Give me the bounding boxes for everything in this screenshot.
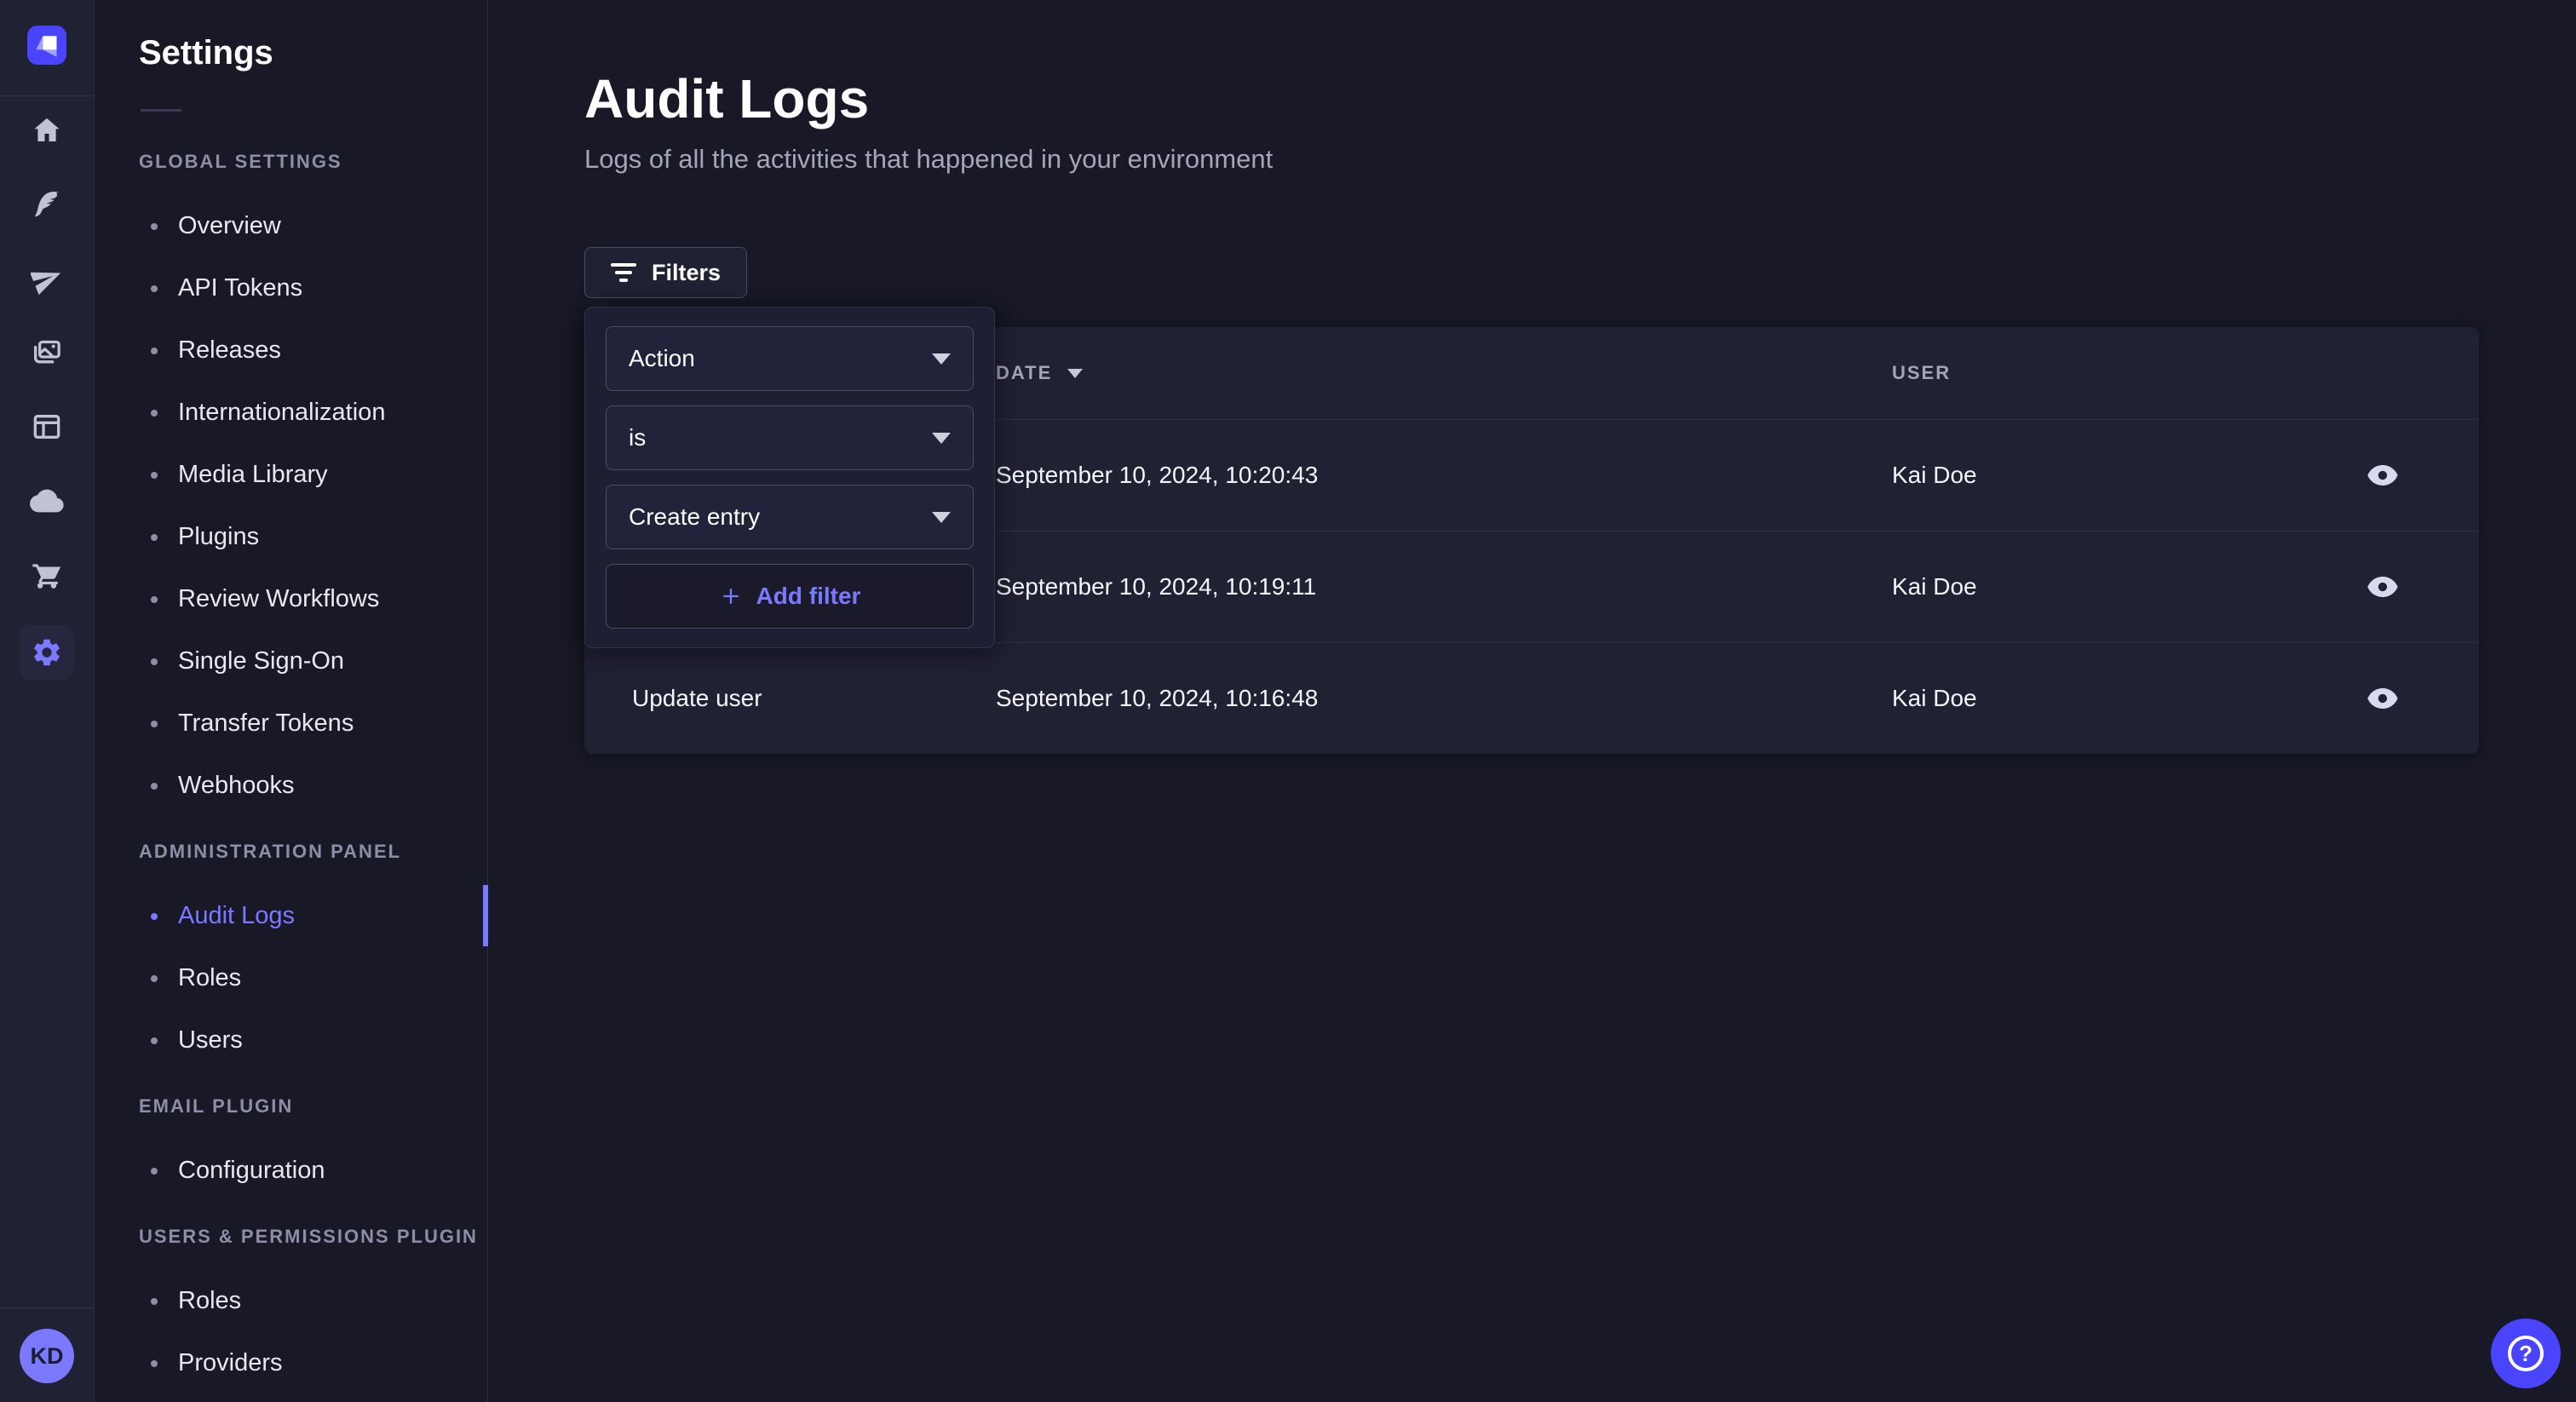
rail-icon-list [20,106,74,680]
sort-desc-icon [1067,369,1083,378]
filter-icon [611,263,636,282]
filter-value-select[interactable]: Create entry [606,485,974,549]
filters-popover: Action is Create entry Add filter [584,307,995,648]
divider [141,109,181,112]
bullet-icon [151,534,158,541]
paper-plane-icon[interactable] [23,255,71,302]
bullet-icon [151,596,158,603]
administration-panel-list: Audit Logs Roles Users [95,885,487,1072]
subnav-item-providers[interactable]: Providers [95,1332,487,1394]
subnav-item-media-library[interactable]: Media Library [95,444,487,506]
bullet-icon [151,1360,158,1367]
bullet-icon [151,348,158,354]
home-icon[interactable] [23,106,71,154]
settings-icon[interactable] [20,625,74,680]
table-row[interactable]: Update user September 10, 2024, 10:16:48… [584,642,2479,754]
view-details-button[interactable] [2359,675,2406,722]
eye-icon [2366,570,2400,604]
strapi-logo-icon [27,26,66,65]
subnav-item-overview[interactable]: Overview [95,195,487,257]
strapi-logo[interactable] [27,26,66,65]
active-item-indicator [483,885,488,946]
bullet-icon [151,913,158,920]
media-library-icon[interactable] [23,329,71,376]
chevron-down-icon [932,353,951,365]
avatar[interactable]: KD [20,1329,74,1383]
app-layout-icon[interactable] [23,403,71,451]
eye-icon [2366,681,2400,715]
users-permissions-list: Roles Providers [95,1270,487,1394]
view-details-button[interactable] [2359,563,2406,611]
subnav-item-review-workflows[interactable]: Review Workflows [95,568,487,630]
main-nav-rail: KD [0,0,95,1402]
section-label-email-plugin: Email Plugin [139,1094,487,1119]
filters-button[interactable]: Filters [584,247,747,298]
bullet-icon [151,721,158,727]
question-mark-icon: ? [2508,1336,2544,1371]
chevron-down-icon [932,512,951,523]
bullet-icon [151,658,158,665]
section-label-administration-panel: Administration Panel [139,839,487,865]
subnav-item-audit-logs[interactable]: Audit Logs [95,885,487,947]
bullet-icon [151,1037,158,1044]
view-details-button[interactable] [2359,451,2406,499]
subnav-item-roles-up[interactable]: Roles [95,1270,487,1332]
date-cell: September 10, 2024, 10:20:43 [996,462,1318,489]
bullet-icon [151,783,158,790]
eye-icon [2366,458,2400,492]
date-cell: September 10, 2024, 10:19:11 [996,573,1316,600]
subnav-item-webhooks[interactable]: Webhooks [95,755,487,817]
bullet-icon [151,410,158,417]
global-settings-list: Overview API Tokens Releases Internation… [95,195,487,817]
bullet-icon [151,975,158,982]
help-button[interactable]: ? [2491,1319,2561,1388]
marketplace-cart-icon[interactable] [23,551,71,599]
bullet-icon [151,472,158,479]
bullet-icon [151,1168,158,1175]
add-filter-button[interactable]: Add filter [606,564,974,629]
section-label-users-permissions-plugin: Users & Permissions plugin [139,1224,487,1250]
subnav-item-plugins[interactable]: Plugins [95,506,487,568]
plus-icon [719,584,743,608]
subnav-item-configuration[interactable]: Configuration [95,1140,487,1202]
filter-field-select[interactable]: Action [606,326,974,391]
divider [0,95,95,96]
action-cell: Update user [632,685,762,712]
section-label-global-settings: Global Settings [139,149,487,175]
bullet-icon [151,1298,158,1305]
page-title: Audit Logs [584,66,2576,131]
quill-icon[interactable] [23,181,71,228]
rail-footer: KD [0,1307,94,1402]
subnav-item-internationalization[interactable]: Internationalization [95,382,487,444]
user-cell: Kai Doe [1892,685,1977,712]
cloud-icon[interactable] [23,477,71,525]
column-header-date[interactable]: Date [996,362,1083,384]
subnav-title: Settings [139,31,487,75]
chevron-down-icon [932,433,951,444]
subnav-item-api-tokens[interactable]: API Tokens [95,257,487,319]
date-cell: September 10, 2024, 10:16:48 [996,685,1318,712]
user-cell: Kai Doe [1892,462,1977,489]
subnav-item-roles-admin[interactable]: Roles [95,947,487,1009]
email-plugin-list: Configuration [95,1140,487,1202]
subnav-item-transfer-tokens[interactable]: Transfer Tokens [95,692,487,755]
bullet-icon [151,223,158,230]
settings-subnav: Settings Global Settings Overview API To… [95,0,488,1402]
filter-operator-select[interactable]: is [606,405,974,470]
subnav-item-releases[interactable]: Releases [95,319,487,382]
column-header-user: User [1892,362,1951,384]
bullet-icon [151,285,158,292]
subnav-item-single-sign-on[interactable]: Single Sign-On [95,630,487,692]
user-cell: Kai Doe [1892,573,1977,600]
subnav-item-users[interactable]: Users [95,1009,487,1072]
main-content: Audit Logs Logs of all the activities th… [489,0,2576,1402]
page-subtitle: Logs of all the activities that happened… [584,143,2576,175]
